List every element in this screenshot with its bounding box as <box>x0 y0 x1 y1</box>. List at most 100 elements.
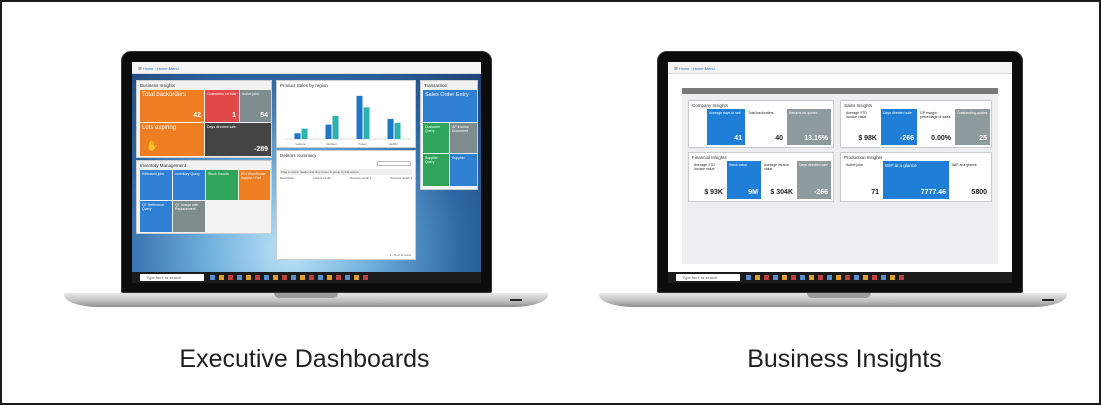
caption-executive-dashboards: Executive Dashboards <box>179 345 430 373</box>
tile-label: Returns on quotes <box>789 111 818 115</box>
business-insights-panel: Business Insights Total backorders 42 Cu… <box>136 80 272 158</box>
tile-label: QT Assign with Replacement <box>175 203 199 211</box>
customers-on-hold-tile[interactable]: Customers on hold 1 <box>205 90 239 122</box>
qt-assign-tile[interactable]: QT Assign with Replacement <box>173 201 205 232</box>
tile-label: Customer Query <box>425 125 441 133</box>
column-header[interactable]: Description <box>280 176 294 182</box>
tile-label: Days directed sale <box>883 111 912 115</box>
days-directed-sale-tile[interactable]: Days directed sale -289 <box>205 123 271 156</box>
tile-label: Outstanding quotes <box>957 111 988 115</box>
tile-label: Stock Counts <box>208 172 229 176</box>
left-laptop-lid: ☰ Home › Home Menu Business Insights Tot… <box>121 51 492 293</box>
chart-bar[interactable] <box>301 128 308 139</box>
chart-bar[interactable] <box>394 122 401 139</box>
company-insights-panel: Company Insights Average days to sell 41… <box>688 100 834 148</box>
wip-at-a-glance-tile[interactable]: WIP at a glance 7777.46 <box>883 161 949 199</box>
supplier-tile[interactable]: Supplier <box>450 154 477 186</box>
column-header[interactable]: Current month <box>313 176 331 182</box>
tile-value: -266 <box>813 189 828 196</box>
qt-reference-query-tile[interactable]: QT Reference Query <box>140 201 172 232</box>
stock-counts-tile[interactable]: Stock Counts <box>206 170 238 200</box>
gp-margin-tile[interactable]: GP margin percentage of sales 0.00% <box>918 109 954 145</box>
x-tick-label: Leisure <box>296 142 306 146</box>
days-directed-sale-tile[interactable]: Days directed sale -266 <box>881 109 917 145</box>
chart-bar[interactable] <box>387 118 394 139</box>
tile-label: Inventory Query <box>175 172 200 176</box>
breadcrumb[interactable]: Home › Home Menu <box>143 66 179 71</box>
tile-value: $ 93K <box>704 189 723 196</box>
tile-label: Total backorders <box>748 111 774 115</box>
x-tick-label: Hobby <box>389 142 398 146</box>
column-header[interactable]: Previous month 2 <box>390 176 412 182</box>
tile-label: Days directed sale <box>207 125 236 129</box>
tile-label: Customers on hold <box>207 92 237 96</box>
chart-bar[interactable] <box>332 116 339 139</box>
product-sales-title: Product Sales by region <box>280 83 328 88</box>
inventory-query-tile[interactable]: Inventory Query <box>173 170 205 200</box>
menu-icon[interactable]: ☰ <box>138 66 142 71</box>
ap-invoice-tile[interactable]: AP Invoice Document <box>450 123 477 153</box>
tile-label: Average YTD Invoice value <box>694 163 715 171</box>
active-jobs-tile[interactable]: Active jobs 71 <box>844 161 882 199</box>
supplier-query-tile[interactable]: Supplier Query <box>423 154 449 186</box>
returns-on-quotes-tile[interactable]: Returns on quotes 13.16% <box>787 109 831 145</box>
tile-label: Supplier <box>452 156 465 160</box>
tile-value: 54 <box>260 112 268 119</box>
tile-value: 5800 <box>971 189 987 196</box>
debtors-header-row: Description Current month Previous month… <box>280 176 412 182</box>
released-jobs-tile[interactable]: Released jobs <box>140 170 172 200</box>
stock-value-tile[interactable]: Stock value 9M <box>727 161 761 199</box>
sales-order-entry-tile[interactable]: Sales Order Entry <box>423 90 477 122</box>
average-ytd-invoice-tile[interactable]: Average YTD Invoice value $ 98K <box>844 109 880 145</box>
active-jobs-tile[interactable]: Active jobs 54 <box>240 90 271 122</box>
tile-value: 25 <box>979 135 987 142</box>
column-header[interactable]: Previous month 1 <box>350 176 372 182</box>
lots-expiring-tile[interactable]: Lots expiring ✋ <box>140 123 204 156</box>
tile-value: $ 98K <box>858 135 877 142</box>
transaction-title: Transaction <box>424 83 448 88</box>
edi-warehouse-tile[interactable]: EDI Warehouse Supply / Fwd <box>239 170 270 200</box>
wip-at-a-glance-secondary-tile[interactable]: WIP at a glance 5800 <box>950 161 990 199</box>
menu-icon[interactable]: ☰ <box>674 66 678 71</box>
taskbar-app-icons[interactable] <box>746 275 906 280</box>
tile-label: Average YTD Invoice value <box>846 111 867 119</box>
tile-value: 7777.46 <box>920 189 946 196</box>
taskbar-search-input[interactable]: Type here to search <box>676 274 740 281</box>
average-invoice-value-tile[interactable]: Average invoice value $ 304K <box>762 161 796 199</box>
right-laptop-lid: ☰ Home › Home Menu Company Insights Aver… <box>657 51 1023 293</box>
breadcrumb[interactable]: Home › Home Menu <box>679 66 715 71</box>
chart-bar[interactable] <box>356 95 363 139</box>
business-insights-title: Business Insights <box>140 83 176 88</box>
tile-label: AP Invoice Document <box>452 125 469 133</box>
chart-bar[interactable] <box>325 124 332 139</box>
taskbar-app-icons[interactable] <box>210 275 370 280</box>
tile-label: EDI Warehouse Supply / Fwd <box>241 172 266 180</box>
windows-taskbar: Type here to search <box>668 272 1012 283</box>
tile-value: -289 <box>253 146 268 153</box>
pager-info: 1 - 11 of 11 items <box>389 253 411 257</box>
average-ytd-invoice-tile[interactable]: Average YTD Invoice value $ 93K <box>692 161 726 199</box>
total-backorders-tile[interactable]: Total backorders 42 <box>140 90 204 122</box>
tile-label: QT Reference Query <box>142 203 164 211</box>
tile-label: Supplier Query <box>425 156 438 164</box>
tile-value: 41 <box>734 135 742 142</box>
tile-value: 42 <box>193 112 201 119</box>
chart-bar[interactable] <box>294 133 301 139</box>
taskbar-search-input[interactable]: Type here to search <box>140 274 204 281</box>
average-days-to-sell-tile[interactable]: Average days to sell 41 <box>707 109 745 145</box>
hand-icon: ✋ <box>146 141 159 152</box>
product-sales-panel: Product Sales by region Leisure Outdoor Tr… <box>276 80 416 148</box>
production-insights-panel: Production Insights Active jobs 71 WIP a… <box>840 152 992 202</box>
inventory-management-panel: Inventory Management Released jobs Inven… <box>136 160 272 234</box>
outstanding-quotes-tile[interactable]: Outstanding quotes 25 <box>955 109 990 145</box>
debtors-search-input[interactable] <box>377 161 411 166</box>
app-topbar: ☰ Home › Home Menu <box>668 62 1012 74</box>
tile-value: 13.16% <box>804 135 828 142</box>
days-directed-sale-tile[interactable]: Days directed sale -266 <box>797 161 831 199</box>
x-tick-label: Travel <box>358 142 367 146</box>
tile-label: Active jobs <box>846 163 863 167</box>
total-backorders-tile[interactable]: Total backorders 40 <box>746 109 786 145</box>
customer-query-tile[interactable]: Customer Query <box>423 123 449 153</box>
financial-insights-panel: Financial Insights Average YTD Invoice v… <box>688 152 834 202</box>
chart-bar[interactable] <box>363 107 370 139</box>
